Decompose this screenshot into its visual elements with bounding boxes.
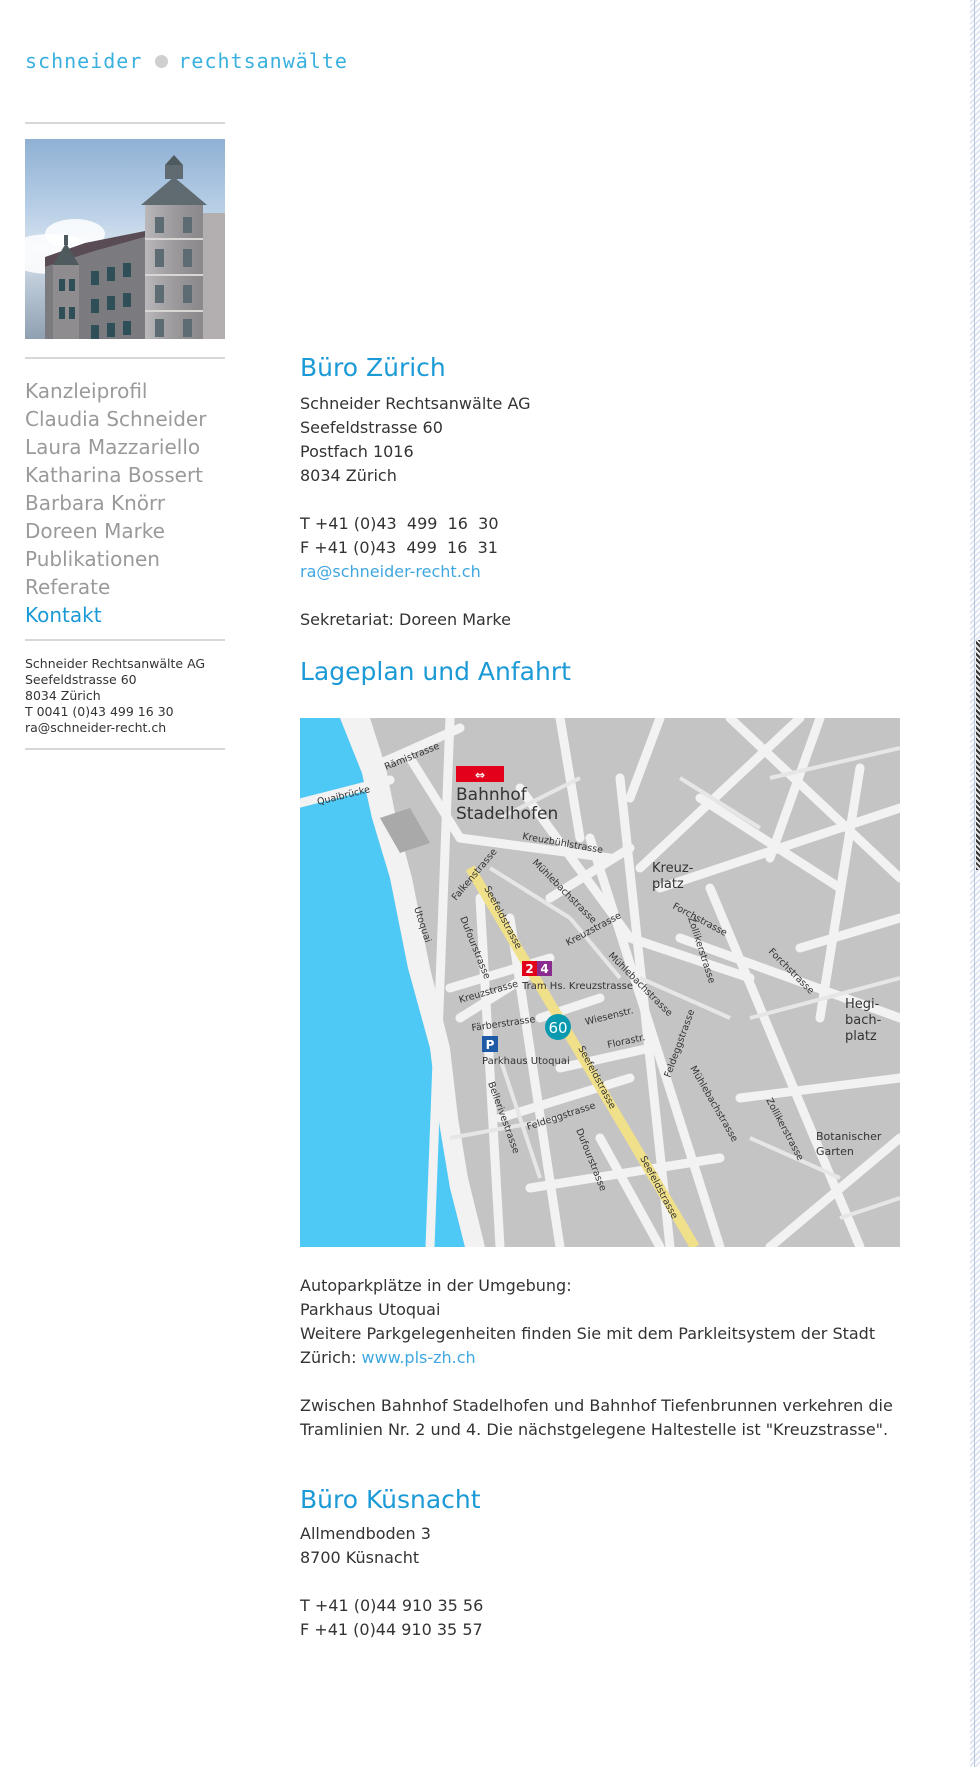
tram-info-line-1: Zwischen Bahnhof Stadelhofen und Bahnhof… xyxy=(300,1396,893,1415)
location-map[interactable]: ⇔ Bahnhof Stadelhofen 2 4 Tram Hs. Kreuz… xyxy=(300,718,900,1247)
pls-link[interactable]: www.pls-zh.ch xyxy=(362,1348,476,1367)
sidebar-address-email[interactable]: ra@schneider-recht.ch xyxy=(25,720,225,736)
zurich-secretariat: Sekretariat: Doreen Marke xyxy=(300,610,511,629)
kuesnacht-city: 8700 Küsnacht xyxy=(300,1548,420,1567)
parking-more-line-1: Weitere Parkgelegenheiten finden Sie mit… xyxy=(300,1324,876,1343)
sidebar-address-street: Seefeldstrasse 60 xyxy=(25,672,137,687)
kuesnacht-street: Allmendboden 3 xyxy=(300,1524,431,1543)
zurich-phone: T +41 (0)43 499 16 30 xyxy=(300,514,499,533)
building-illustration xyxy=(45,155,225,339)
parking-more-prefix: Zürich: xyxy=(300,1348,362,1367)
nav-item-laura-mazzariello[interactable]: Laura Mazzariello xyxy=(25,433,225,461)
map-label-tram-stop: Tram Hs. Kreuzstrasse xyxy=(521,981,633,992)
sidebar-divider xyxy=(25,122,225,124)
street-label-wiesenstr: Wiesenstr. xyxy=(584,1005,634,1028)
zurich-postbox: Postfach 1016 xyxy=(300,442,414,461)
sidebar-address-city: 8034 Zürich xyxy=(25,688,101,703)
nav-item-katharina-bossert[interactable]: Katharina Bossert xyxy=(25,461,225,489)
sidebar-address: Schneider Rechtsanwälte AG Seefeldstrass… xyxy=(25,656,225,736)
section-title-map: Lageplan und Anfahrt xyxy=(300,657,571,686)
map-label-station-2: Stadelhofen xyxy=(456,804,558,824)
parking-icon-label: P xyxy=(486,1038,495,1052)
map-label-garden-2: Garten xyxy=(816,1145,854,1158)
zurich-street: Seefeldstrasse 60 xyxy=(300,418,443,437)
nav-item-kontakt[interactable]: Kontakt xyxy=(25,601,225,629)
logo-text-right: rechtsanwälte xyxy=(178,49,348,73)
site-logo[interactable]: schneider rechtsanwälte xyxy=(25,46,348,76)
decorative-edge-strip xyxy=(970,0,980,1767)
map-graphic: ⇔ Bahnhof Stadelhofen 2 4 Tram Hs. Kreuz… xyxy=(300,718,900,1247)
tram-info-line-2: Tramlinien Nr. 2 und 4. Die nächstgelege… xyxy=(300,1420,889,1439)
nav-item-publikationen[interactable]: Publikationen xyxy=(25,545,225,573)
map-label-hegibachplatz-2: bach- xyxy=(845,1013,882,1028)
nav-item-claudia-schneider[interactable]: Claudia Schneider xyxy=(25,405,225,433)
kuesnacht-phone: T +41 (0)44 910 35 56 xyxy=(300,1596,484,1615)
street-label-muehlebachstrasse-south: Mühlebachstrasse xyxy=(687,1064,740,1144)
map-label-parking: Parkhaus Utoquai xyxy=(482,1056,570,1067)
nav-item-doreen-marke[interactable]: Doreen Marke xyxy=(25,517,225,545)
zurich-city: 8034 Zürich xyxy=(300,466,397,485)
main-content: Büro Zürich Schneider Rechtsanwälte AG S… xyxy=(300,350,920,690)
sidebar-divider xyxy=(25,357,225,359)
sidebar-divider xyxy=(25,639,225,641)
street-label-seefeldstrasse-north: Seefeldstrasse xyxy=(481,884,524,951)
parking-intro: Autoparkplätze in der Umgebung: xyxy=(300,1276,572,1295)
logo-dot xyxy=(155,54,169,68)
map-label-hegibachplatz-3: platz xyxy=(845,1029,877,1044)
kuesnacht-fax: F +41 (0)44 910 35 57 xyxy=(300,1620,483,1639)
parking-name: Parkhaus Utoquai xyxy=(300,1300,441,1319)
map-label-station-1: Bahnhof xyxy=(456,785,528,805)
sidebar: Kanzleiprofil Claudia Schneider Laura Ma… xyxy=(25,122,225,750)
map-label-garden-1: Botanischer xyxy=(816,1130,882,1143)
office-marker-number: 60 xyxy=(548,1019,567,1037)
sidebar-divider xyxy=(25,748,225,750)
parking-more-line-2: Zürich: www.pls-zh.ch xyxy=(300,1346,930,1370)
sidebar-address-company: Schneider Rechtsanwälte AG xyxy=(25,656,206,671)
zurich-email-link[interactable]: ra@schneider-recht.ch xyxy=(300,562,481,581)
map-label-hegibachplatz-1: Hegi- xyxy=(845,997,880,1012)
sidebar-address-phone: T 0041 (0)43 499 16 30 xyxy=(25,704,174,719)
section-title-kuesnacht: Büro Küsnacht xyxy=(300,1485,481,1514)
logo-text-left: schneider xyxy=(25,49,143,73)
kuesnacht-section: Büro Küsnacht Allmendboden 3 8700 Küsnac… xyxy=(300,1482,920,1642)
nav-item-kanzleiprofil[interactable]: Kanzleiprofil xyxy=(25,377,225,405)
section-title-zurich: Büro Zürich xyxy=(300,353,446,382)
zurich-fax: F +41 (0)43 499 16 31 xyxy=(300,538,498,557)
tram-line-2-label: 2 xyxy=(525,962,533,976)
zurich-address: Schneider Rechtsanwälte AG Seefeldstrass… xyxy=(300,392,920,632)
main-navigation: Kanzleiprofil Claudia Schneider Laura Ma… xyxy=(25,377,225,629)
kuesnacht-address: Allmendboden 3 8700 Küsnacht T +41 (0)44… xyxy=(300,1522,920,1642)
sbb-arrows-glyph: ⇔ xyxy=(475,768,485,782)
map-label-kreuzplatz-1: Kreuz- xyxy=(652,861,694,876)
directions-text: Autoparkplätze in der Umgebung: Parkhaus… xyxy=(300,1274,930,1442)
map-label-kreuzplatz-2: platz xyxy=(652,877,684,892)
building-photo xyxy=(25,139,225,339)
tram-line-4-label: 4 xyxy=(540,962,548,976)
nav-item-barbara-knoerr[interactable]: Barbara Knörr xyxy=(25,489,225,517)
zurich-company: Schneider Rechtsanwälte AG xyxy=(300,394,531,413)
nav-item-referate[interactable]: Referate xyxy=(25,573,225,601)
